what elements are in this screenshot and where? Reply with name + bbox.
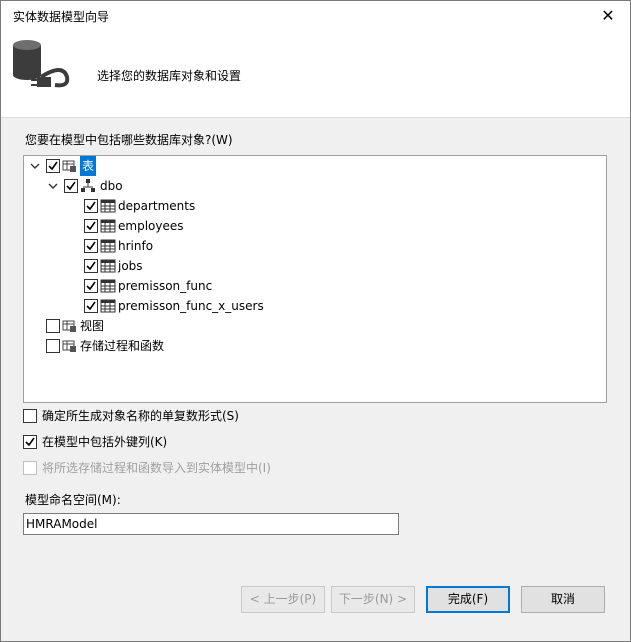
tree-label: hrinfo (118, 239, 154, 253)
tree-label: 表 (80, 156, 97, 176)
checkbox[interactable] (84, 219, 98, 233)
table-icon (100, 239, 116, 253)
table-icon (100, 279, 116, 293)
stored-procedures-folder-icon (62, 340, 76, 352)
checkbox[interactable] (46, 339, 60, 353)
checkbox[interactable] (46, 159, 60, 173)
views-folder-icon (62, 320, 76, 332)
entity-data-model-wizard-dialog: 实体数据模型向导 ✕ 选择您的数据库对象和设置 您要在模型中包括哪些数据库对象?… (0, 0, 631, 642)
tree-node-table[interactable]: premisson_func_x_users (84, 296, 384, 316)
finish-button[interactable]: 完成(F) (426, 586, 510, 613)
chevron-down-icon[interactable] (48, 176, 58, 196)
tree-node-tables[interactable]: 表 (30, 156, 150, 176)
checkbox[interactable] (84, 299, 98, 313)
cancel-button[interactable]: 取消 (521, 586, 605, 613)
checkbox[interactable] (46, 319, 60, 333)
checkbox (23, 461, 37, 475)
checkbox[interactable] (23, 435, 37, 449)
tree-label: premisson_func (118, 279, 213, 293)
tree-label: jobs (118, 259, 143, 273)
namespace-label: 模型命名空间(M): (25, 493, 121, 507)
close-icon: ✕ (601, 6, 615, 25)
title-bar: 实体数据模型向导 ✕ (1, 1, 630, 31)
option-label: 在模型中包括外键列(K) (42, 435, 168, 449)
tree-node-table[interactable]: premisson_func (84, 276, 384, 296)
objects-label: 您要在模型中包括哪些数据库对象?(W) (25, 133, 233, 147)
checkbox[interactable] (84, 199, 98, 213)
close-button[interactable]: ✕ (586, 1, 630, 31)
tree-label: dbo (100, 179, 123, 193)
header-instruction: 选择您的数据库对象和设置 (97, 69, 242, 83)
tree-node-stored-procedures[interactable]: 存储过程和函数 (46, 336, 246, 356)
tree-label: premisson_func_x_users (118, 299, 264, 313)
wizard-header: 选择您的数据库对象和设置 (1, 31, 630, 118)
tree-node-table[interactable]: departments (84, 196, 384, 216)
tree-node-table[interactable]: jobs (84, 256, 384, 276)
database-objects-tree[interactable]: 表 dbo departments employees hrinfo jobs … (23, 155, 607, 403)
tree-node-table[interactable]: employees (84, 216, 384, 236)
next-button: 下一步(N) > (331, 586, 415, 613)
tables-folder-icon (62, 160, 76, 172)
schema-icon (81, 179, 95, 192)
table-icon (100, 299, 116, 313)
option-label: 将所选存储过程和函数导入到实体模型中(I) (42, 461, 271, 475)
database-plug-icon (13, 40, 70, 88)
tree-label: 存储过程和函数 (80, 339, 165, 353)
namespace-input[interactable] (23, 513, 399, 535)
option-label: 确定所生成对象名称的单复数形式(S) (42, 409, 239, 423)
checkbox[interactable] (84, 279, 98, 293)
checkbox[interactable] (84, 239, 98, 253)
previous-button: < 上一步(P) (241, 586, 325, 613)
checkbox[interactable] (84, 259, 98, 273)
tree-label: 视图 (80, 319, 105, 333)
checkbox[interactable] (23, 409, 37, 423)
tree-label: departments (118, 199, 196, 213)
chevron-down-icon[interactable] (30, 156, 40, 176)
window-title: 实体数据模型向导 (13, 10, 110, 24)
tree-node-table[interactable]: hrinfo (84, 236, 384, 256)
table-icon (100, 259, 116, 273)
table-icon (100, 199, 116, 213)
checkbox[interactable] (64, 179, 78, 193)
tree-node-views[interactable]: 视图 (46, 316, 206, 336)
tree-label: employees (118, 219, 184, 233)
table-icon (100, 219, 116, 233)
tree-node-dbo[interactable]: dbo (48, 176, 168, 196)
